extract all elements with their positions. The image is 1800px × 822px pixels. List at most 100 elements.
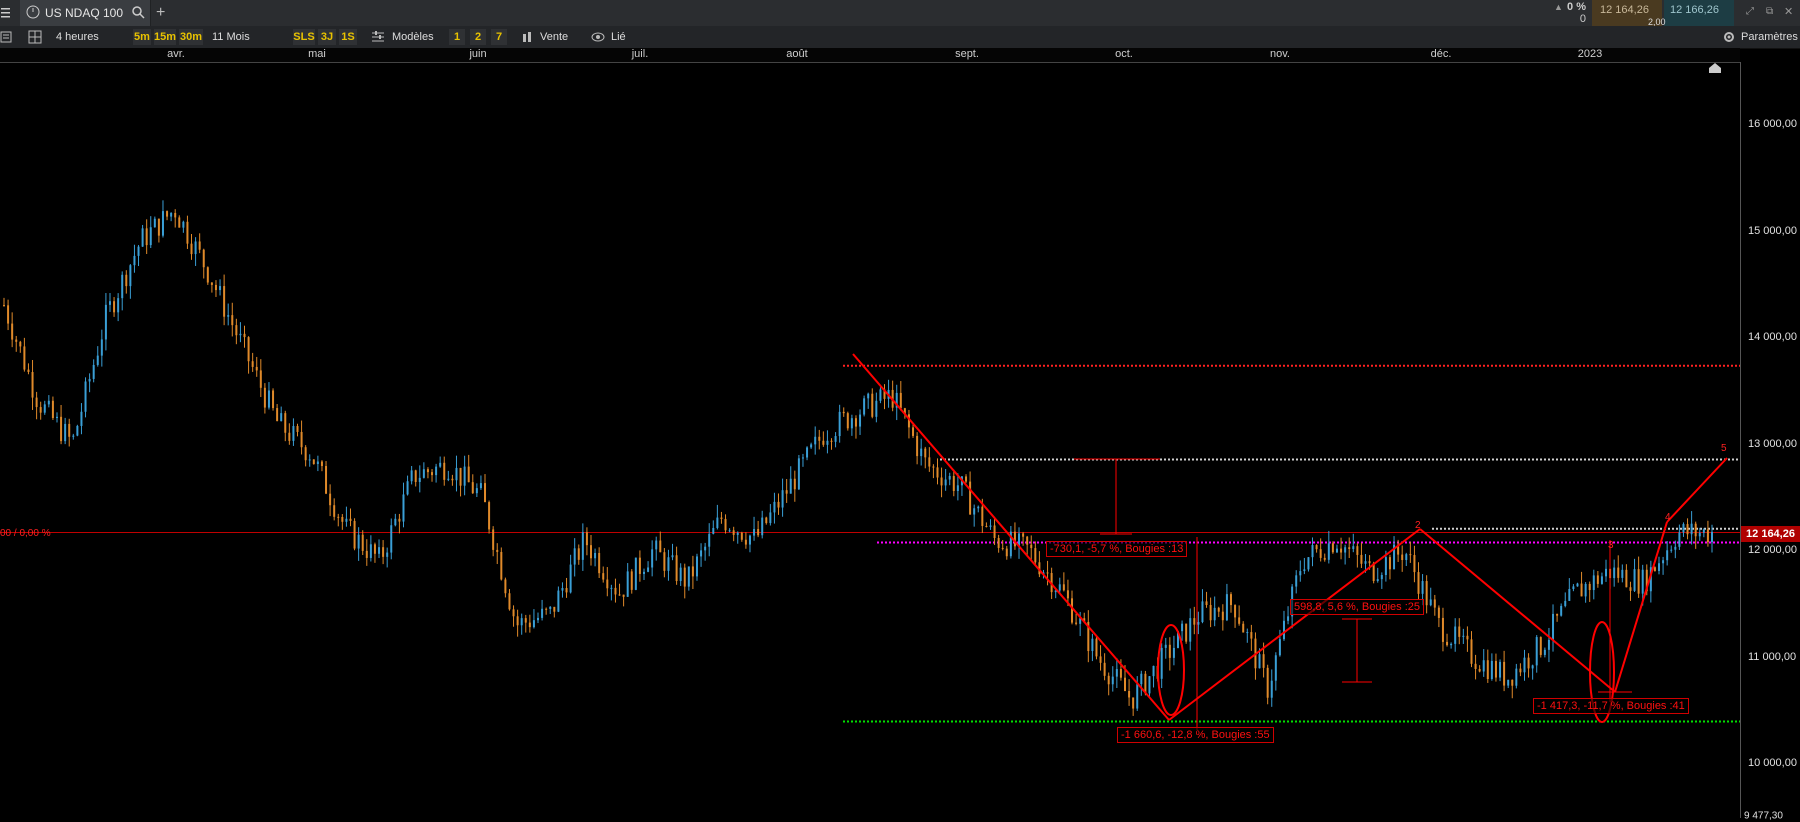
sls-button[interactable]: SLS	[293, 29, 315, 45]
ask-box[interactable]: 12 166,26	[1664, 0, 1734, 26]
candle-body	[1401, 554, 1404, 561]
candle-body	[1172, 647, 1175, 658]
candle-body	[1189, 618, 1192, 642]
candle-body	[47, 400, 50, 405]
candle-body	[292, 426, 295, 441]
add-tab-button[interactable]: +	[156, 4, 165, 22]
candle-body	[1299, 571, 1302, 576]
candle-body	[663, 552, 666, 571]
candle-body	[1503, 661, 1506, 686]
measure-annotation[interactable]: 598,8, 5,6 %, Bougies :25	[1290, 599, 1424, 615]
candle-body	[532, 620, 535, 628]
candle-body	[108, 301, 111, 305]
measure-annotation[interactable]: -1 660,6, -12,8 %, Bougies :55	[1117, 727, 1274, 743]
candle-body	[569, 564, 572, 593]
gear-icon[interactable]	[1722, 29, 1736, 48]
candle-body	[1062, 584, 1065, 591]
measure-annotation[interactable]: -1 417,3, -11,7 %, Bougies :41	[1533, 698, 1689, 714]
candle-body	[443, 462, 446, 480]
candle-body	[1022, 533, 1025, 537]
preset-7-button[interactable]: 7	[491, 29, 507, 45]
candle-body	[863, 398, 866, 415]
close-icon[interactable]: ✕	[1784, 5, 1793, 18]
models-icon	[371, 30, 385, 47]
layout-icon[interactable]	[28, 29, 44, 45]
candle-body	[1311, 545, 1314, 558]
candle-body	[1368, 561, 1371, 564]
month-label: nov.	[1270, 48, 1290, 60]
wave-label: 4	[1665, 512, 1671, 523]
up-arrow-icon: ▲	[1554, 2, 1563, 12]
candle-body	[402, 494, 405, 522]
settings-button[interactable]: Paramètres	[1741, 29, 1800, 45]
candle-body	[781, 490, 784, 508]
candle-body	[19, 341, 22, 347]
preset-2-button[interactable]: 2	[470, 29, 486, 45]
sell-button[interactable]: Vente	[540, 29, 580, 45]
candle-body	[1287, 616, 1290, 621]
candle-body	[524, 618, 527, 623]
candle-body	[1670, 549, 1673, 551]
candle-body	[337, 516, 340, 518]
candle-body	[565, 588, 568, 593]
candle-body	[1229, 594, 1232, 606]
candle-body	[1666, 550, 1669, 561]
candle-body	[206, 267, 209, 283]
candle-body	[830, 440, 833, 442]
minimize-icon[interactable]: ⤢	[1746, 6, 1754, 17]
candle-body	[1441, 617, 1444, 642]
candle-body	[1556, 613, 1559, 616]
candle-body	[626, 571, 629, 597]
tab-us-ndaq-100[interactable]: US NDAQ 100	[20, 0, 151, 26]
candle-body	[51, 400, 54, 418]
candle-body	[1658, 563, 1661, 571]
list-icon[interactable]	[0, 29, 14, 45]
preset-1-button[interactable]: 1	[449, 29, 465, 45]
measure-annotation[interactable]: -730,1, -5,7 %, Bougies :13	[1046, 541, 1188, 557]
popout-icon[interactable]: ⧉	[1766, 6, 1773, 17]
timeframe-select[interactable]: 4 heures	[56, 29, 126, 45]
candle-body	[3, 305, 5, 307]
candle-body	[732, 530, 735, 535]
candle-body	[263, 387, 266, 408]
candle-body	[259, 370, 262, 388]
candle-body	[1193, 618, 1196, 625]
candle-body	[467, 466, 470, 483]
candle-body	[104, 304, 107, 340]
candle-body	[691, 566, 694, 577]
tf-5m-button[interactable]: 5m	[133, 29, 151, 45]
linked-button[interactable]: Lié	[611, 29, 641, 45]
models-button[interactable]: Modèles	[392, 29, 440, 45]
price-chart[interactable]	[0, 62, 1740, 818]
tf-1s-button[interactable]: 1S	[339, 29, 357, 45]
candle-body	[272, 390, 275, 409]
search-icon[interactable]	[131, 5, 145, 22]
candle-body	[761, 517, 764, 536]
candle-body	[1258, 654, 1261, 669]
tf-30m-button[interactable]: 30m	[179, 29, 203, 45]
candle-body	[716, 517, 719, 528]
candle-body	[1360, 554, 1363, 564]
candle-body	[471, 482, 474, 494]
candle-body	[88, 378, 91, 382]
candle-body	[166, 211, 169, 217]
candle-body	[614, 587, 617, 595]
home-icon[interactable]	[1708, 62, 1722, 77]
candle-body	[1535, 637, 1538, 666]
candle-body	[940, 477, 943, 486]
candle-body	[753, 529, 756, 536]
candle-body	[149, 227, 152, 246]
candle-body	[793, 478, 796, 490]
candle-body	[320, 461, 323, 467]
tf-3j-button[interactable]: 3J	[318, 29, 336, 45]
candle-body	[55, 416, 58, 418]
range-select[interactable]: 11 Mois	[212, 29, 292, 45]
candle-body	[1331, 543, 1334, 553]
tf-15m-button[interactable]: 15m	[154, 29, 176, 45]
candle-body	[806, 447, 809, 458]
candle-body	[1160, 647, 1163, 679]
candle-body	[1613, 567, 1616, 579]
candle-body	[121, 274, 124, 299]
menu-icon[interactable]	[0, 0, 16, 26]
candle-body	[1185, 623, 1188, 642]
